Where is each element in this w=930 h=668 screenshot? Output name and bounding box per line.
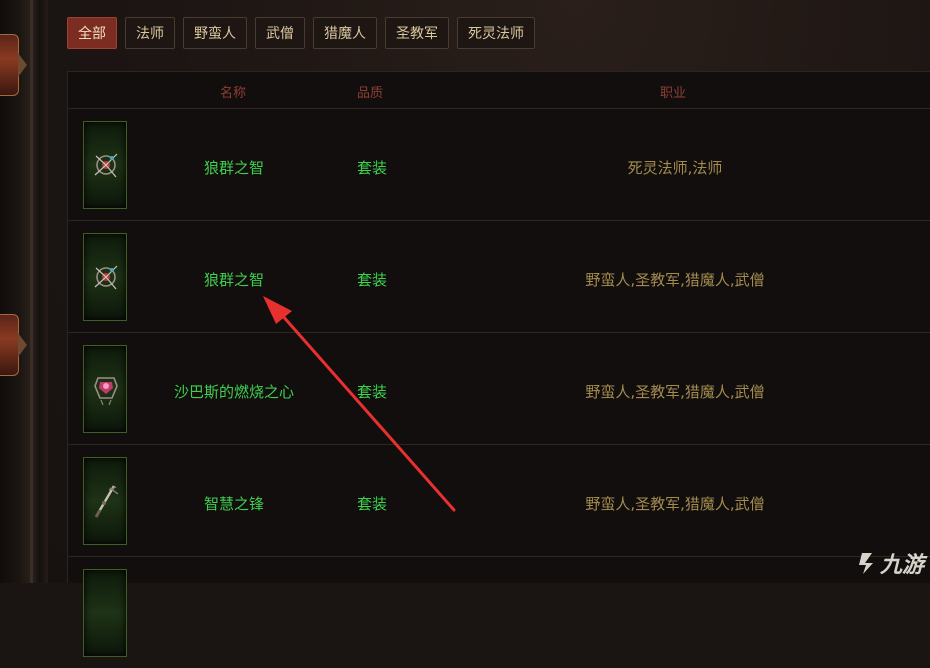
filter-tab-wizard[interactable]: 法师 bbox=[125, 17, 175, 49]
item-quality: 套装 bbox=[356, 159, 388, 177]
table-header: 名称 品质 职业 bbox=[68, 72, 930, 109]
item-thumbnail[interactable] bbox=[83, 233, 127, 321]
table-row-partial[interactable] bbox=[68, 557, 930, 668]
item-quality: 套装 bbox=[356, 495, 388, 513]
crimson-ring-icon bbox=[94, 377, 118, 406]
item-thumbnail[interactable] bbox=[83, 121, 127, 209]
header-quality: 品质 bbox=[356, 86, 384, 101]
item-quality: 套装 bbox=[356, 271, 388, 289]
frame-rail bbox=[30, 0, 33, 583]
item-thumbnail[interactable] bbox=[83, 569, 127, 657]
watermark-text: 九游 bbox=[879, 553, 924, 578]
table-row[interactable]: 智慧之锋 套装 野蛮人,圣教军,猎魔人,武僧 bbox=[68, 445, 930, 557]
item-name[interactable]: 狼群之智 bbox=[204, 157, 264, 178]
header-classes: 职业 bbox=[659, 86, 687, 101]
wolf-amulet-icon bbox=[94, 265, 118, 290]
dagger-icon bbox=[94, 485, 119, 518]
item-classes: 野蛮人,圣教军,猎魔人,武僧 bbox=[585, 495, 765, 513]
item-name[interactable]: 沙巴斯的燃烧之心 bbox=[174, 381, 294, 402]
left-frame-decoration bbox=[0, 0, 49, 583]
main-panel: 全部 法师 野蛮人 武僧 猎魔人 圣教军 死灵法师 名称 品质 职业 狼群之智 … bbox=[48, 0, 930, 657]
filter-tab-crusader[interactable]: 圣教军 bbox=[385, 17, 449, 49]
filter-tab-necromancer[interactable]: 死灵法师 bbox=[457, 17, 535, 49]
filter-tab-all[interactable]: 全部 bbox=[67, 17, 117, 49]
filter-tab-monk[interactable]: 武僧 bbox=[255, 17, 305, 49]
item-quality: 套装 bbox=[356, 383, 388, 401]
wolf-amulet-icon bbox=[94, 153, 118, 178]
class-filter-bar: 全部 法师 野蛮人 武僧 猎魔人 圣教军 死灵法师 bbox=[67, 17, 535, 49]
item-table: 名称 品质 职业 狼群之智 套装 死灵法师,法师 狼群之智 套装 野蛮人,圣教军… bbox=[67, 71, 930, 657]
item-name[interactable]: 狼群之智 bbox=[204, 269, 264, 290]
watermark-logo-icon bbox=[858, 553, 873, 574]
item-name[interactable]: 智慧之锋 bbox=[204, 493, 264, 514]
watermark: 九游 bbox=[856, 547, 924, 579]
frame-ornament-top bbox=[0, 34, 27, 96]
item-classes: 死灵法师,法师 bbox=[627, 159, 723, 177]
header-name: 名称 bbox=[219, 86, 247, 101]
item-classes: 野蛮人,圣教军,猎魔人,武僧 bbox=[585, 383, 765, 401]
item-thumbnail[interactable] bbox=[83, 457, 127, 545]
table-row[interactable]: 狼群之智 套装 死灵法师,法师 bbox=[68, 109, 930, 221]
item-thumbnail[interactable] bbox=[83, 345, 127, 433]
table-row[interactable]: 狼群之智 套装 野蛮人,圣教军,猎魔人,武僧 bbox=[68, 221, 930, 333]
item-classes: 野蛮人,圣教军,猎魔人,武僧 bbox=[585, 271, 765, 289]
filter-tab-barbarian[interactable]: 野蛮人 bbox=[183, 17, 247, 49]
frame-ornament-middle bbox=[0, 314, 27, 376]
filter-tab-demon-hunter[interactable]: 猎魔人 bbox=[313, 17, 377, 49]
table-row[interactable]: 沙巴斯的燃烧之心 套装 野蛮人,圣教军,猎魔人,武僧 bbox=[68, 333, 930, 445]
